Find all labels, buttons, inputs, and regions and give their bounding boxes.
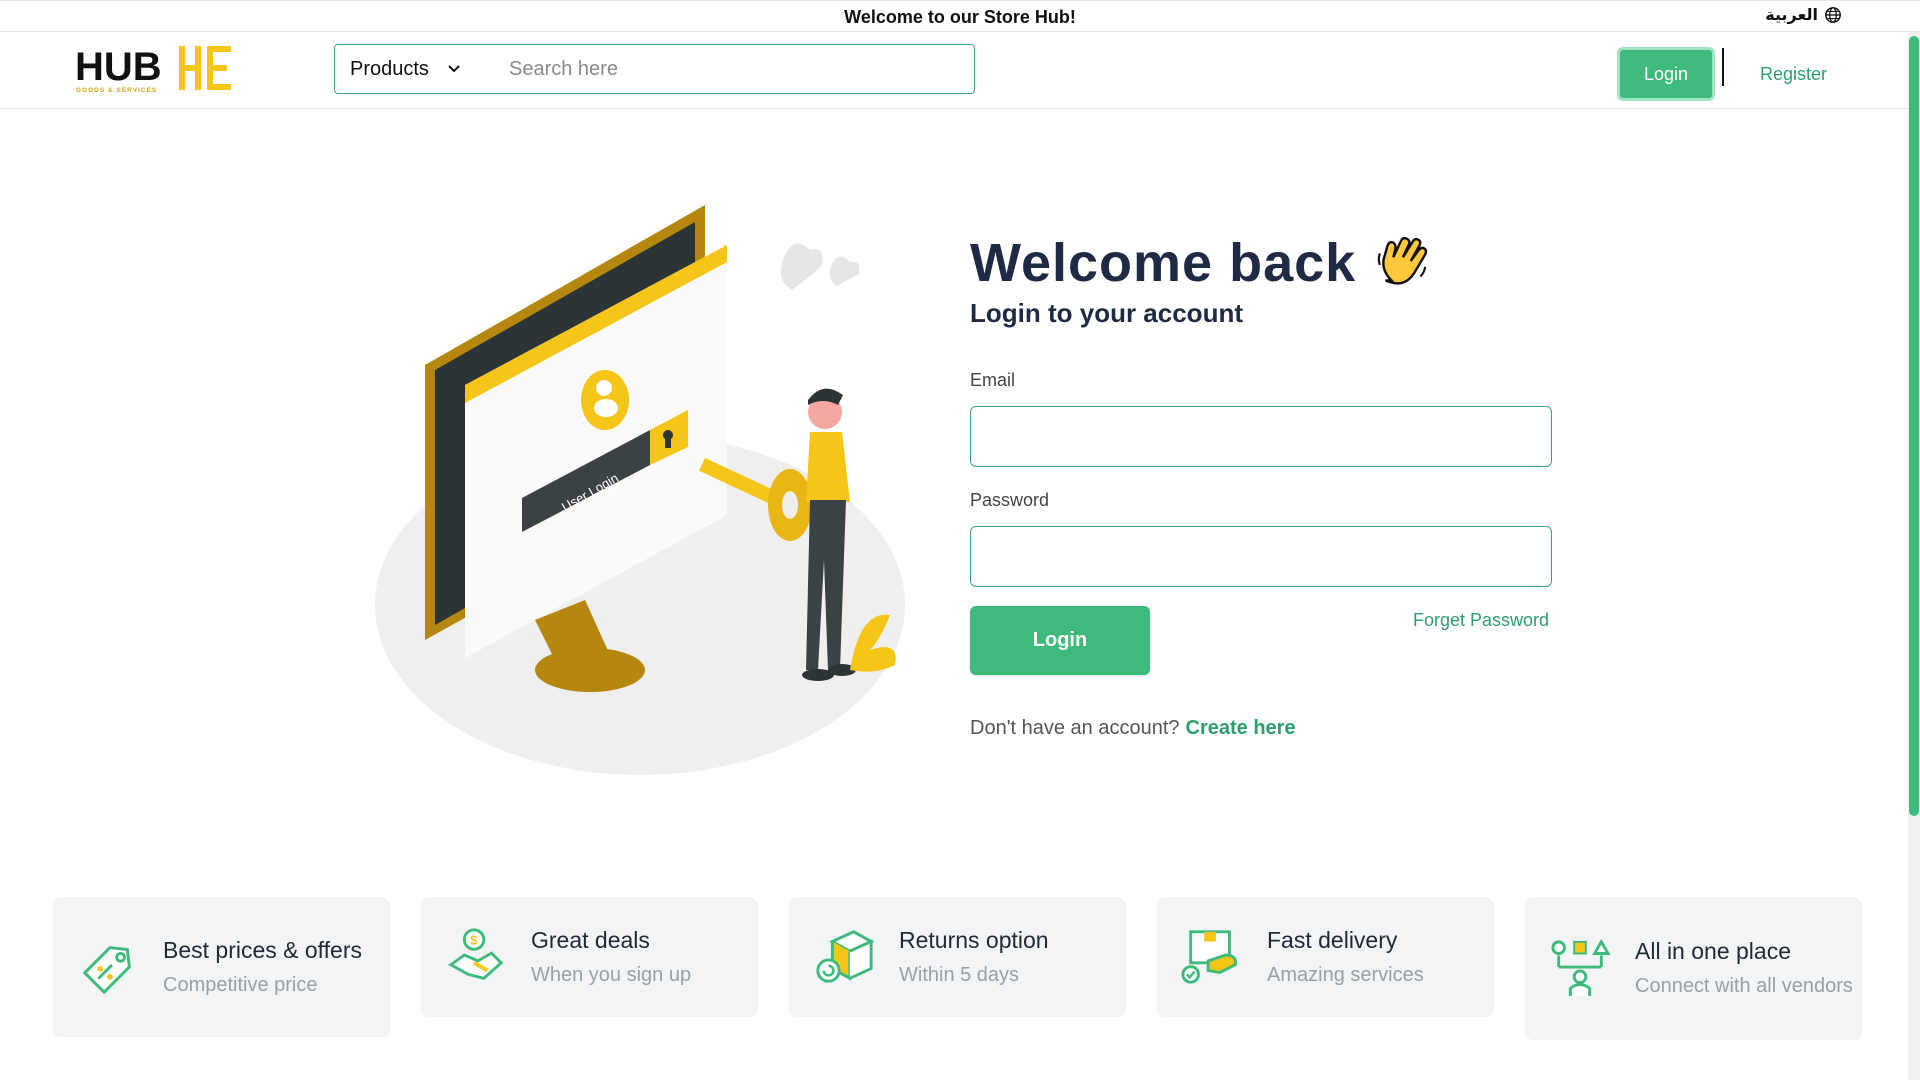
globe-icon [1825,7,1841,23]
delivery-hand-icon [1181,930,1237,984]
password-label: Password [970,490,1050,510]
feature-title: All in one place [1635,938,1791,964]
vendors-network-icon [1551,938,1611,996]
email-label: Email [970,370,1016,390]
svg-text:$: $ [470,933,477,947]
logo-tagline: GOODS & SERVICES [76,87,157,94]
language-label: العربية [1765,7,1818,24]
logo-text: HUB [75,45,162,89]
password-field[interactable] [970,526,1552,587]
feature-card: Returns option Within 5 days [789,897,1126,1017]
header-login-button[interactable]: Login [1617,47,1715,101]
announcement-bar: Welcome to our Store Hub! العربية [0,0,1920,32]
feature-title: Great deals [531,926,650,953]
login-subtitle: Login to your account [970,298,1243,328]
login-illustration: User Login [375,205,905,775]
login-button[interactable]: Login [970,606,1150,675]
site-header: HUB GOODS & SERVICES Products Login Regi… [0,32,1920,109]
feature-card: All in one place Connect with all vendor… [1525,897,1862,1040]
return-box-icon [816,930,875,983]
chevron-down-icon [448,65,460,73]
price-tag-icon [82,946,131,995]
feature-subtitle: Amazing services [1267,963,1424,986]
handshake-deal-icon: $ [448,928,504,980]
signup-prompt-text: Don't have an account? [970,717,1180,739]
scrollbar-thumb[interactable] [1909,36,1919,816]
language-switch[interactable]: العربية [1765,5,1842,25]
search-input[interactable] [507,45,974,93]
feature-subtitle: Within 5 days [899,963,1020,986]
features-row: Best prices & offers Competitive price $… [53,897,1862,1040]
forget-password-link[interactable]: Forget Password [1413,610,1549,631]
welcome-title: Welcome back [970,233,1357,293]
search-bar: Products [334,44,975,94]
feature-subtitle: Competitive price [163,973,318,996]
feature-title: Best prices & offers [163,936,362,963]
feature-subtitle: When you sign up [531,963,692,986]
register-link[interactable]: Register [1760,64,1827,85]
products-dropdown-label: Products [350,57,429,80]
welcome-heading: Welcome back [970,232,1432,294]
email-field[interactable] [970,406,1552,467]
header-divider [1722,48,1724,86]
products-dropdown[interactable]: Products [335,45,507,93]
hub-logo[interactable]: HUB GOODS & SERVICES [75,44,235,94]
logo-mark [179,46,231,90]
announcement-text: Welcome to our Store Hub! [844,7,1076,27]
create-account-link[interactable]: Create here [1186,717,1296,739]
feature-card: $ Great deals When you sign up [421,897,758,1017]
feature-subtitle: Connect with all vendors [1635,975,1853,997]
feature-title: Returns option [899,926,1049,953]
feature-title: Fast delivery [1267,926,1398,953]
waving-hand-icon [1377,236,1428,285]
feature-card: Best prices & offers Competitive price [53,897,390,1037]
signup-prompt: Don't have an account? Create here [970,717,1296,740]
feature-card: Fast delivery Amazing services [1157,897,1494,1017]
